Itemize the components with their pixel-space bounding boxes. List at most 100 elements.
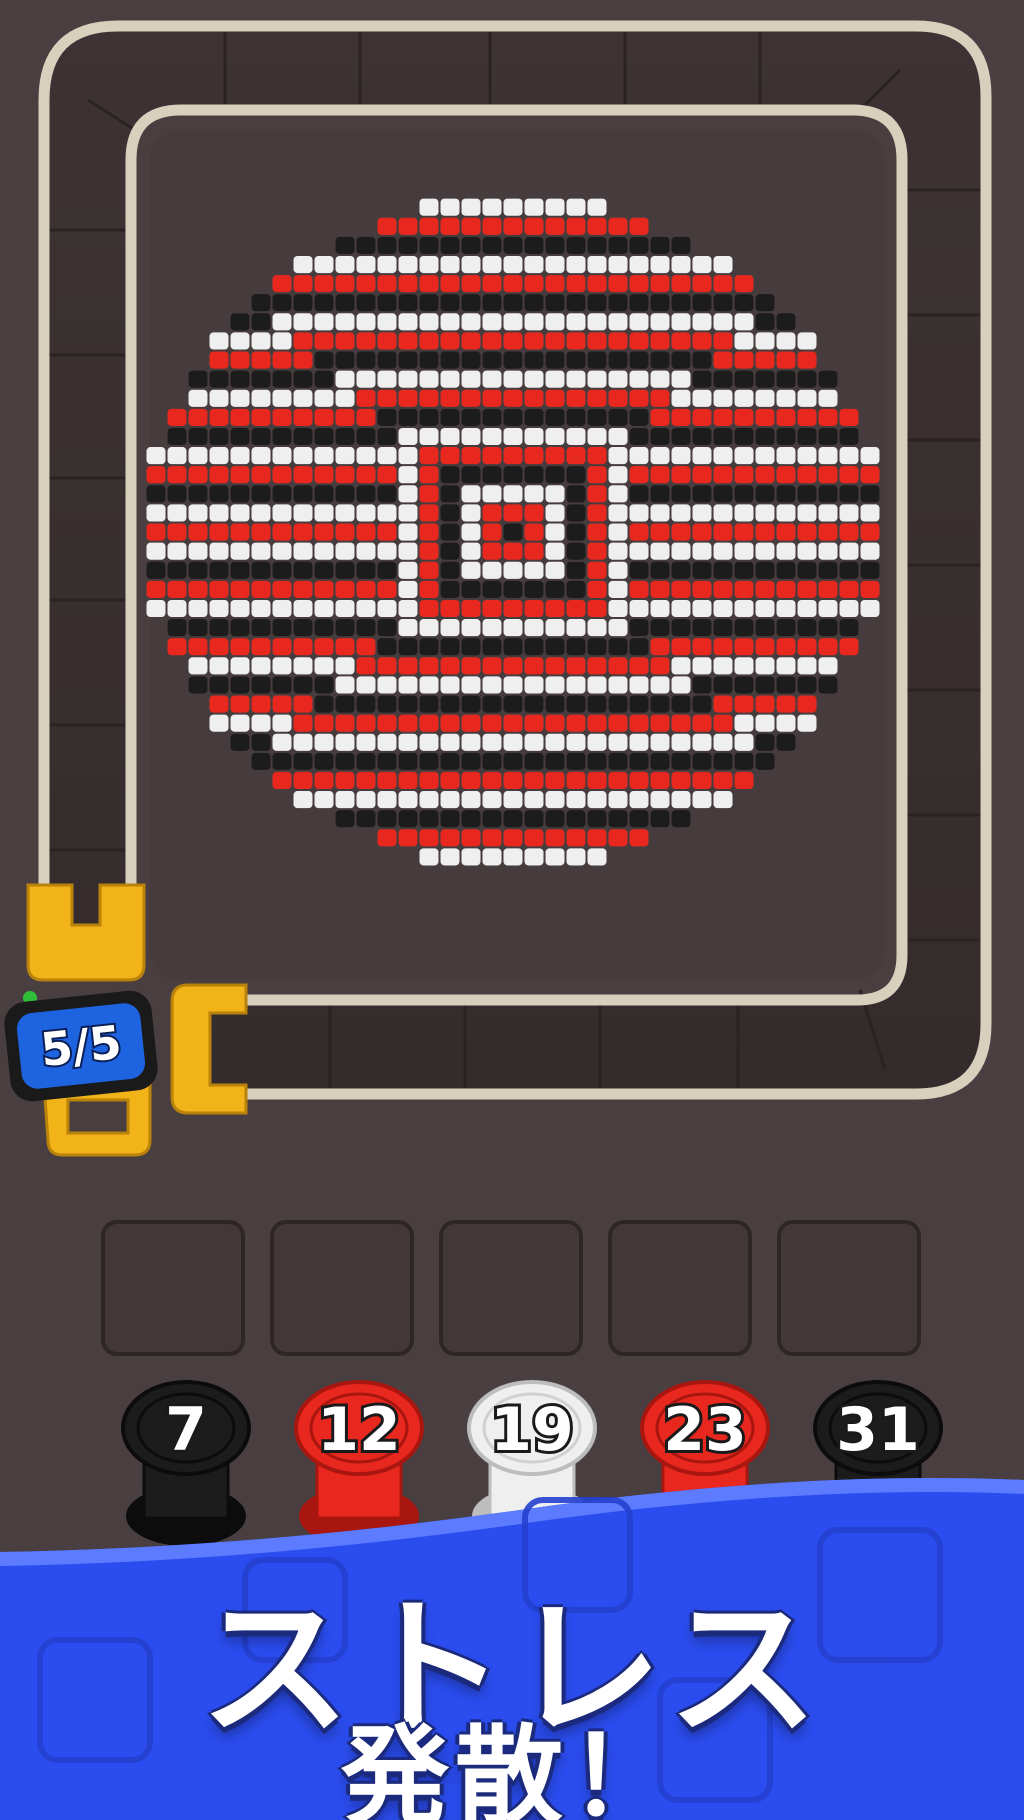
empty-slot[interactable] [270, 1220, 414, 1356]
stitch-cell [419, 599, 439, 618]
stitch-cell [482, 485, 502, 503]
stitch-cell [398, 829, 418, 847]
stitch-cell [839, 485, 859, 503]
stitch-cell [398, 561, 418, 579]
stitch-cell [356, 389, 376, 407]
stitch-cell [230, 638, 250, 656]
stitch-cell [335, 695, 355, 713]
stitch-cell [713, 561, 733, 579]
empty-slot[interactable] [439, 1220, 583, 1356]
stitch-cell [377, 714, 397, 732]
stitch-cell [377, 447, 397, 465]
stitch-cell [545, 657, 565, 675]
empty-slot[interactable] [608, 1220, 752, 1356]
stitch-cell [251, 427, 271, 446]
stitch-cell [524, 619, 544, 637]
stitch-cell [545, 829, 565, 847]
stitch-cell [419, 714, 439, 732]
empty-slot[interactable] [101, 1220, 245, 1356]
stitch-cell [314, 561, 334, 579]
stitch-cell [482, 676, 502, 694]
stitch-cell [419, 198, 439, 216]
stitch-cell [314, 275, 334, 293]
stitch-cell [545, 236, 565, 254]
stitch-cell [860, 466, 880, 484]
stitch-cell [461, 676, 481, 694]
stitch-cell [377, 351, 397, 369]
stitch-cell [734, 695, 754, 713]
stitch-cell [419, 771, 439, 790]
stitch-cell [461, 733, 481, 751]
stitch-cell [608, 791, 628, 809]
stitch-cell [650, 408, 670, 426]
stitch-cell [503, 236, 523, 254]
stitch-cell [566, 447, 586, 465]
stitch-cell [692, 275, 712, 293]
stitch-cell [524, 561, 544, 579]
stitch-cell [629, 217, 649, 235]
stitch-cell [650, 676, 670, 694]
stitch-cell [314, 351, 334, 369]
stitch-cell [587, 580, 607, 598]
stitch-cell [440, 561, 460, 579]
stitch-cell [419, 810, 439, 828]
stitch-cell [398, 695, 418, 713]
stitch-cell [671, 255, 691, 274]
stitch-cell [335, 638, 355, 656]
stitch-cell [692, 542, 712, 560]
stitch-cell [839, 447, 859, 465]
empty-slot[interactable] [777, 1220, 921, 1356]
stitch-cell [587, 466, 607, 484]
stitch-cell [503, 389, 523, 407]
stitch-cell [587, 313, 607, 331]
stitch-cell [398, 733, 418, 751]
stitch-cell [566, 695, 586, 713]
stitch-cell [356, 370, 376, 388]
stitch-cell [650, 695, 670, 713]
stitch-cell [335, 427, 355, 446]
stitch-cell [377, 485, 397, 503]
stitch-cell [293, 752, 313, 770]
stitch-cell [797, 466, 817, 484]
stitch-cell [356, 676, 376, 694]
stitch-cell [419, 447, 439, 465]
stitch-cell [293, 351, 313, 369]
stitch-cell [524, 848, 544, 866]
stitch-cell [398, 332, 418, 350]
stitch-cell [545, 542, 565, 560]
stitch-cell [587, 523, 607, 541]
spool-number: 31 [836, 1395, 920, 1465]
stitch-cell [440, 542, 460, 560]
stitch-cell [608, 599, 628, 618]
stitch-cell [356, 619, 376, 637]
stitch-cell [671, 542, 691, 560]
stitch-cell [629, 676, 649, 694]
stitch-cell [440, 370, 460, 388]
stitch-cell [314, 370, 334, 388]
stitch-cell [587, 275, 607, 293]
stitch-cell [503, 370, 523, 388]
stitch-cell [335, 561, 355, 579]
stitch-cell [167, 619, 187, 637]
stitch-cell [230, 619, 250, 637]
stitch-cell [713, 408, 733, 426]
spool-12[interactable]: 12 [294, 1380, 424, 1546]
stitch-cell [797, 523, 817, 541]
stitch-cell [608, 619, 628, 637]
stitch-cell [566, 619, 586, 637]
stitch-cell [356, 695, 376, 713]
stitch-cell [629, 580, 649, 598]
stitch-cell [461, 561, 481, 579]
stitch-cell [398, 638, 418, 656]
stitch-cell [209, 676, 229, 694]
stitch-cell [230, 504, 250, 522]
stitch-cell [293, 676, 313, 694]
stitch-cell [335, 542, 355, 560]
stitch-cell [398, 714, 418, 732]
stitch-cell [503, 829, 523, 847]
stitch-cell [713, 504, 733, 522]
spool-7[interactable]: 7 [121, 1380, 251, 1546]
stitch-cell [650, 275, 670, 293]
stitch-cell [755, 714, 775, 732]
stitch-cell [629, 733, 649, 751]
